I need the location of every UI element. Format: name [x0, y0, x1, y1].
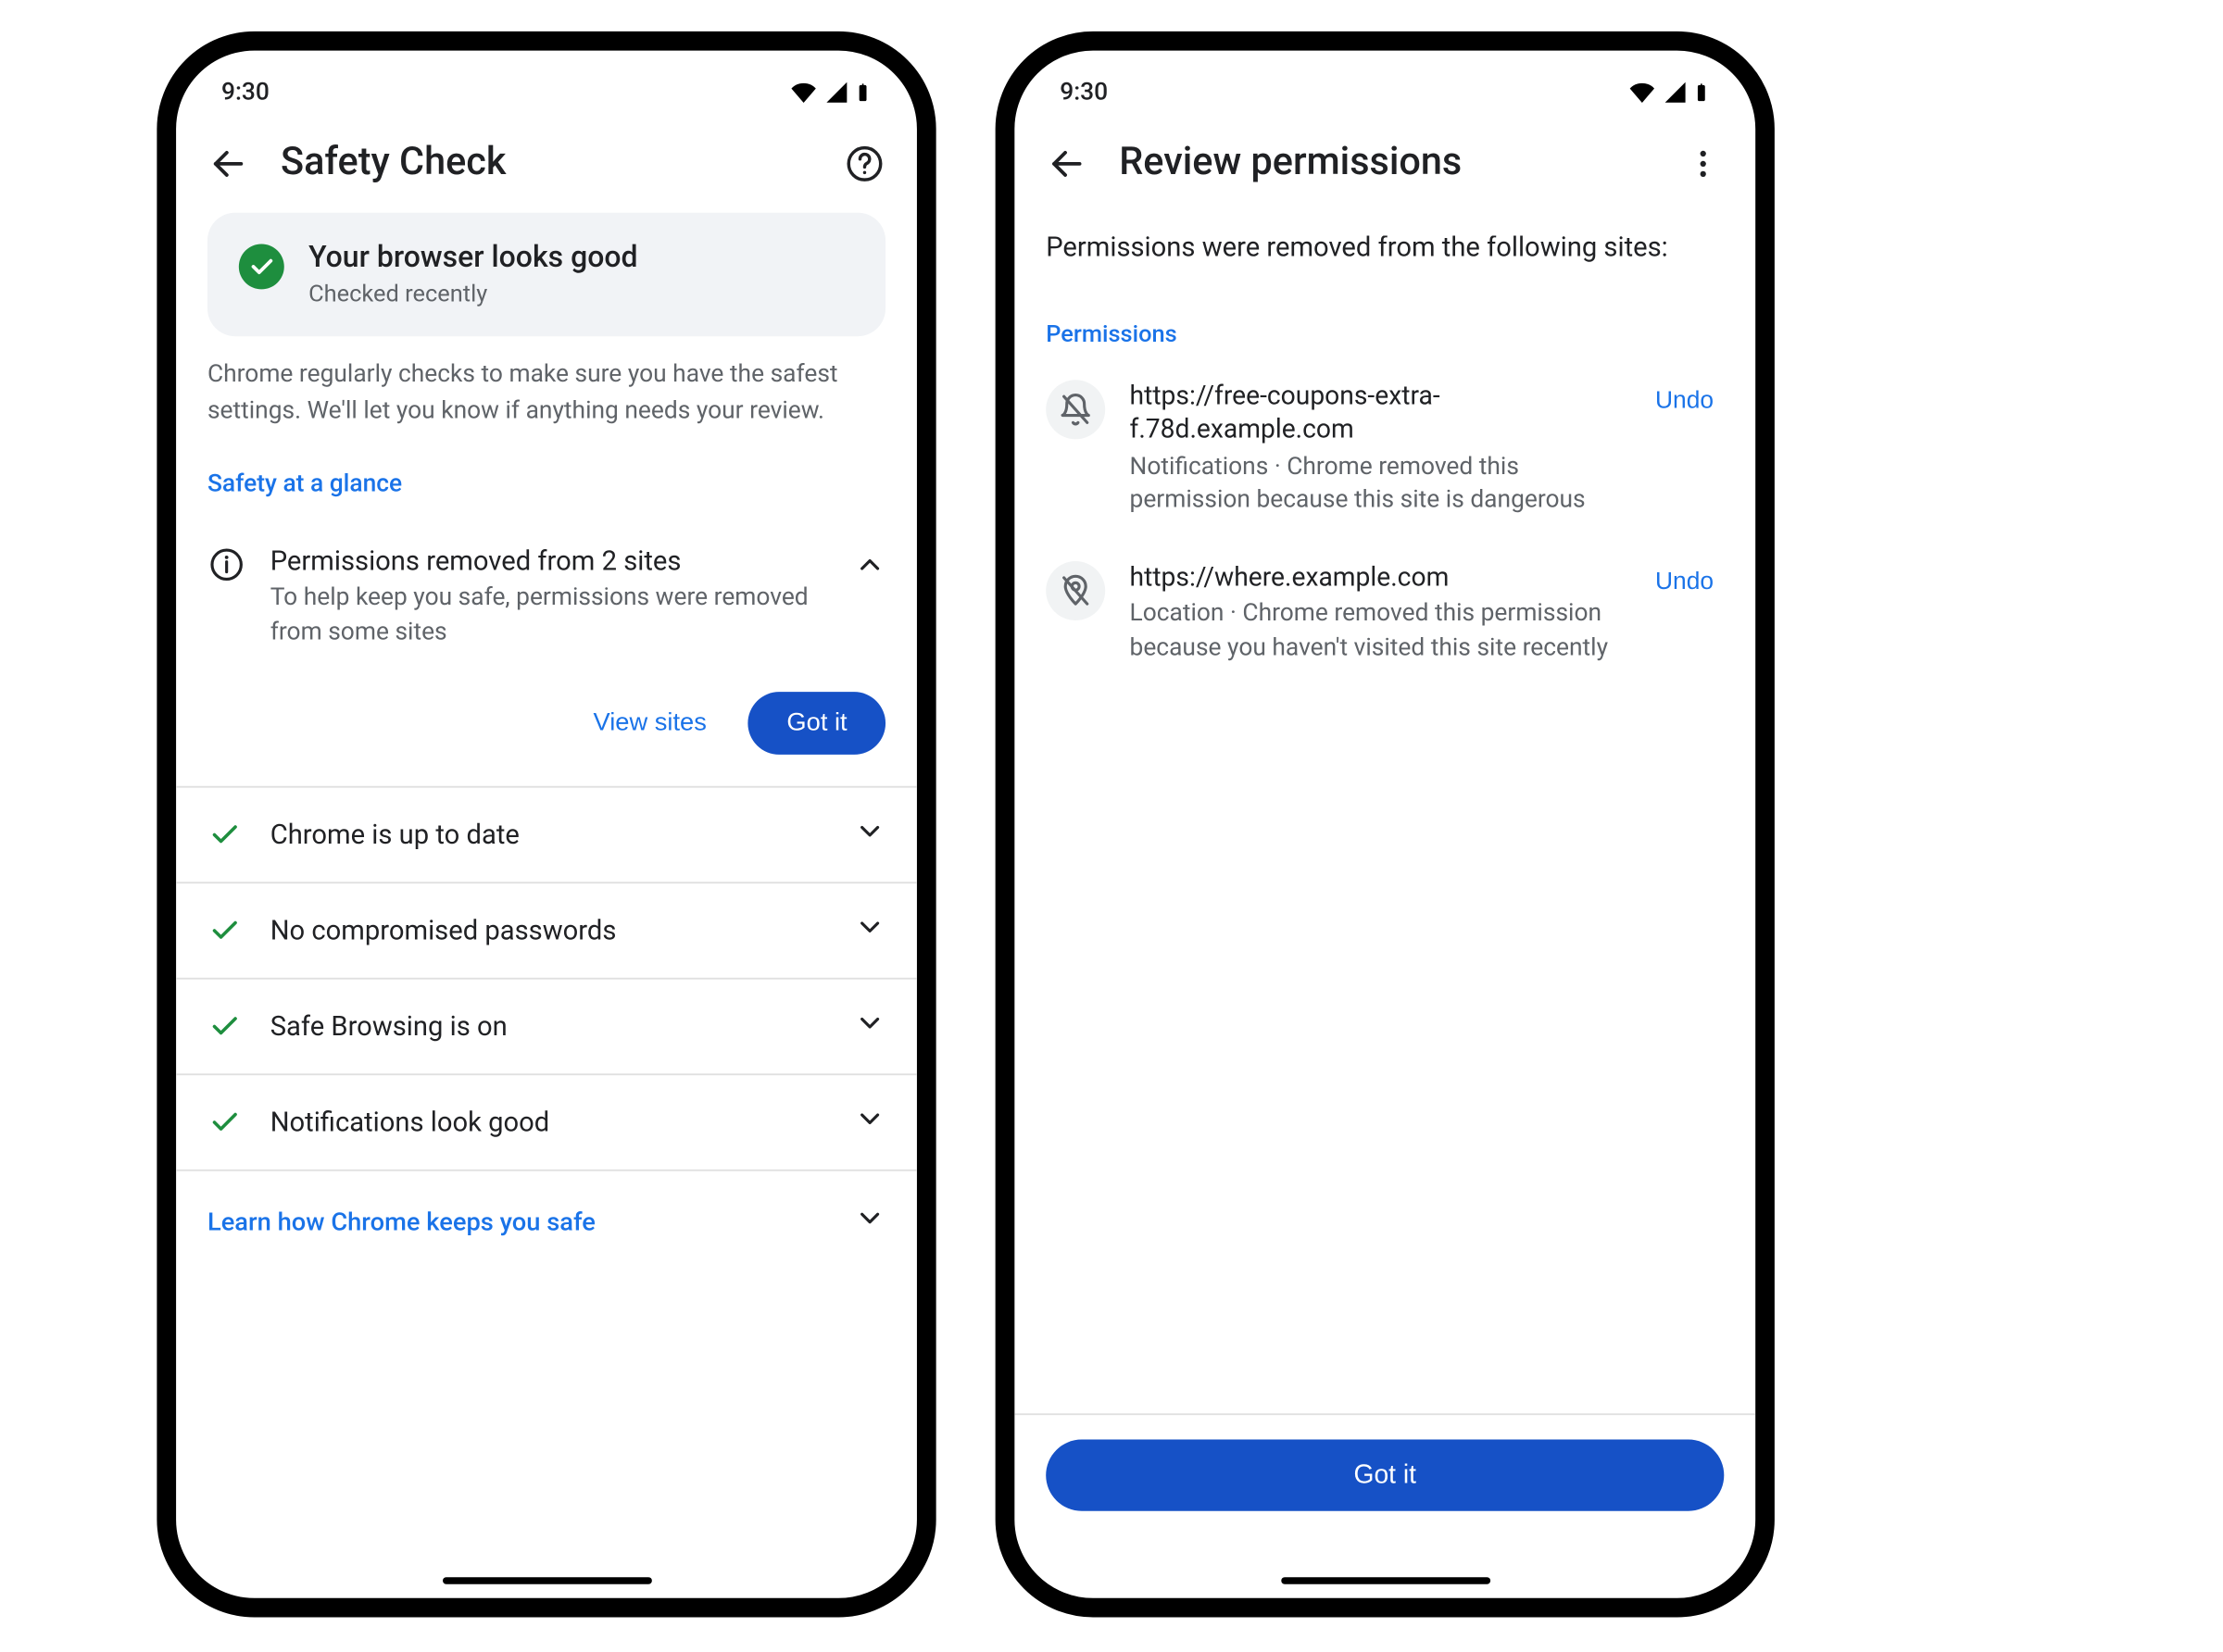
site-url: https://where.example.com [1130, 561, 1621, 595]
check-label: No compromised passwords [270, 915, 826, 946]
summary-card: Your browser looks good Checked recently [207, 213, 885, 337]
signal-icon [823, 81, 850, 105]
chevron-down-icon [854, 816, 885, 854]
phone-review-permissions: 9:30 Review permissions Per [996, 31, 1775, 1618]
signal-icon [1662, 81, 1689, 105]
nav-pill-icon [1280, 1577, 1489, 1584]
wifi-icon [788, 81, 820, 105]
battery-icon [854, 79, 872, 106]
check-icon [207, 1107, 243, 1138]
check-label: Chrome is up to date [270, 820, 826, 851]
page-title: Review permissions [1119, 141, 1651, 184]
back-icon[interactable] [1046, 142, 1087, 183]
check-icon [207, 915, 243, 946]
site-url: https://free-coupons-extra-f.78d.example… [1130, 380, 1621, 447]
bell-off-icon [1046, 380, 1105, 439]
status-bar: 9:30 [176, 51, 917, 118]
overflow-menu-icon[interactable] [1682, 142, 1724, 183]
permissions-title: Permissions removed from 2 sites [270, 544, 830, 579]
undo-button[interactable]: Undo [1645, 382, 1725, 414]
summary-subtitle: Checked recently [308, 281, 637, 308]
chevron-down-icon [854, 1104, 885, 1142]
safety-checklist: Chrome is up to date No compromised pass… [176, 786, 917, 1171]
app-bar: Safety Check [176, 117, 917, 213]
check-row-up-to-date[interactable]: Chrome is up to date [176, 786, 917, 882]
info-icon [207, 547, 245, 582]
status-time: 9:30 [1060, 79, 1108, 106]
check-label: Notifications look good [270, 1107, 826, 1138]
bottom-action-bar: Got it [1014, 1413, 1755, 1535]
nav-bar [176, 1535, 917, 1598]
intro-text: Permissions were removed from the follow… [1014, 213, 1755, 282]
got-it-button[interactable]: Got it [1046, 1440, 1724, 1511]
nav-pill-icon [442, 1577, 651, 1584]
safety-description: Chrome regularly checks to make sure you… [176, 337, 917, 439]
permissions-actions: View sites Got it [176, 668, 917, 786]
chevron-up-icon[interactable] [854, 549, 885, 587]
chevron-down-icon [854, 912, 885, 950]
site-reason: Notifications · Chrome removed this perm… [1130, 451, 1621, 519]
check-circle-icon [239, 244, 284, 289]
status-icons [788, 79, 872, 106]
check-icon [207, 820, 243, 851]
permissions-subtitle: To help keep you safe, permissions were … [270, 582, 830, 651]
check-row-passwords[interactable]: No compromised passwords [176, 882, 917, 979]
check-row-safe-browsing[interactable]: Safe Browsing is on [176, 978, 917, 1074]
phone-safety-check: 9:30 Safety Check [157, 31, 936, 1618]
check-label: Safe Browsing is on [270, 1011, 826, 1043]
wifi-icon [1626, 81, 1658, 105]
chevron-down-icon [854, 1007, 885, 1045]
undo-button[interactable]: Undo [1645, 565, 1725, 596]
removed-site-row[interactable]: https://where.example.com Location · Chr… [1014, 540, 1755, 687]
check-row-notifications[interactable]: Notifications look good [176, 1074, 917, 1171]
help-icon[interactable] [844, 142, 885, 183]
summary-title: Your browser looks good [308, 241, 637, 278]
status-icons [1626, 79, 1710, 106]
view-sites-button[interactable]: View sites [583, 707, 717, 739]
learn-more-label: Learn how Chrome keeps you safe [207, 1208, 596, 1237]
permissions-section-label: Permissions [1014, 282, 1755, 358]
safety-at-glance-label: Safety at a glance [176, 439, 917, 508]
check-icon [207, 1011, 243, 1043]
removed-site-row[interactable]: https://free-coupons-extra-f.78d.example… [1014, 358, 1755, 540]
status-time: 9:30 [221, 79, 270, 106]
status-bar: 9:30 [1014, 51, 1755, 118]
battery-icon [1692, 79, 1710, 106]
nav-bar [1014, 1535, 1755, 1598]
page-title: Safety Check [281, 141, 812, 184]
site-reason: Location · Chrome removed this permissio… [1130, 598, 1621, 667]
permissions-removed-block[interactable]: Permissions removed from 2 sites To help… [176, 508, 917, 668]
location-off-icon [1046, 561, 1105, 620]
learn-more-link[interactable]: Learn how Chrome keeps you safe [176, 1171, 917, 1272]
app-bar: Review permissions [1014, 117, 1755, 213]
chevron-down-icon [854, 1203, 885, 1241]
got-it-button[interactable]: Got it [748, 692, 885, 755]
back-icon[interactable] [207, 142, 249, 183]
